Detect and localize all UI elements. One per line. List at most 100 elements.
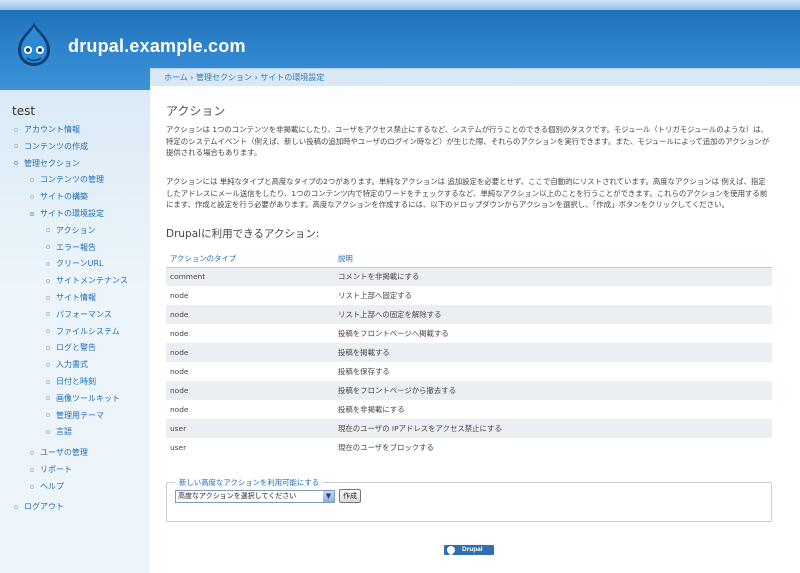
sidebar-item-label: ファイルシステム xyxy=(56,326,120,336)
sidebar-item[interactable]: 入力書式 xyxy=(46,359,88,370)
sidebar-item[interactable]: パフォーマンス xyxy=(46,309,112,320)
advanced-action-select[interactable]: 高度なアクションを選択してください ▼ xyxy=(175,490,335,503)
sidebar-item-label: 日付と時刻 xyxy=(56,377,96,386)
sidebar-item-label: ログアウト xyxy=(24,502,64,511)
sidebar-item-label: ヘルプ xyxy=(40,482,64,491)
sidebar-item[interactable]: エラー報告 xyxy=(46,242,96,253)
intro-paragraph-1: アクションは 1つのコンテンツを非掲載にしたり、ユーザをアクセス禁止にするなど、… xyxy=(166,125,770,157)
column-header-type[interactable]: アクションのタイプ xyxy=(166,250,334,268)
bullet-icon xyxy=(14,504,18,509)
sidebar-item-label: コンテンツの作成 xyxy=(24,141,88,151)
sidebar-item[interactable]: アクション xyxy=(46,225,96,236)
advanced-action-select-value: 高度なアクションを選択してください xyxy=(178,492,297,500)
bullet-icon xyxy=(46,396,50,401)
bullet-icon xyxy=(30,211,34,216)
sidebar-item[interactable]: サイトメンテナンス xyxy=(46,275,128,286)
sidebar-item-label: リポート xyxy=(40,465,72,475)
action-type-cell: comment xyxy=(166,267,334,286)
bullet-icon xyxy=(46,362,50,367)
bullet-icon xyxy=(46,413,50,418)
action-description-cell: 現在のユーザの IPアドレスをアクセス禁止にする xyxy=(334,419,772,438)
action-type-cell: node xyxy=(166,324,334,343)
bullet-icon xyxy=(14,161,18,166)
sidebar-item[interactable]: 日付と時刻 xyxy=(46,376,96,387)
create-button[interactable]: 作成 xyxy=(339,489,361,503)
sidebar-item[interactable]: ヘルプ xyxy=(30,481,64,492)
table-row: node リスト上部への固定を解除する xyxy=(166,305,772,324)
bullet-icon xyxy=(14,144,18,149)
sidebar-item[interactable]: ユーザの管理 xyxy=(30,447,88,458)
table-row: node 投稿を保存する xyxy=(166,362,772,381)
table-row: node 投稿をフロントページから撤去する xyxy=(166,381,772,400)
chevron-down-icon[interactable]: ▼ xyxy=(323,491,334,502)
sidebar-item-label: 言語 xyxy=(56,427,72,437)
sidebar-item[interactable]: 画像ツールキット xyxy=(46,393,120,404)
sidebar-item[interactable]: 管理セクション xyxy=(14,158,80,169)
sidebar-item[interactable]: 言語 xyxy=(46,426,72,437)
sidebar-item-label: アクション xyxy=(56,225,96,235)
action-description-cell: リスト上部への固定を解除する xyxy=(334,305,772,324)
sidebar-item[interactable]: コンテンツの作成 xyxy=(14,141,88,152)
sidebar-item-label: アカウント情報 xyxy=(24,125,80,134)
action-description-cell: 投稿をフロントページから撤去する xyxy=(334,381,772,400)
drupal-logo-icon[interactable] xyxy=(14,20,54,68)
sidebar: test アカウント情報 コンテンツの作成 管理セクションコンテンツの管理 サイトの構… xyxy=(0,90,150,573)
sidebar-item[interactable]: ファイルシステム xyxy=(46,326,120,337)
bullet-icon xyxy=(46,261,50,266)
sidebar-item[interactable]: サイトの構築 xyxy=(30,191,88,202)
site-name[interactable]: drupal.example.com xyxy=(68,36,246,57)
sidebar-item[interactable]: 管理用テーマ xyxy=(46,410,104,421)
sidebar-item[interactable]: アカウント情報 xyxy=(14,124,80,135)
sidebar-item[interactable]: ログと警告 xyxy=(46,342,96,353)
action-type-cell: node xyxy=(166,286,334,305)
action-description-cell: 現在のユーザをブロックする xyxy=(334,438,772,457)
bullet-icon xyxy=(14,127,18,132)
bullet-icon xyxy=(30,194,34,199)
sidebar-item[interactable]: コンテンツの管理 xyxy=(30,174,104,185)
sidebar-item-label: 画像ツールキット xyxy=(56,393,120,403)
action-description-cell: 投稿を掲載する xyxy=(334,343,772,362)
new-action-legend: 新しい高度なアクションを利用可能にする xyxy=(175,477,324,488)
sidebar-item-label: 管理セクション xyxy=(24,158,80,168)
sidebar-item-label: コンテンツの管理 xyxy=(40,175,104,185)
sidebar-user-title: test xyxy=(12,104,36,118)
bullet-icon xyxy=(46,329,50,334)
new-action-fieldset: 新しい高度なアクションを利用可能にする 高度なアクションを選択してください ▼ … xyxy=(166,477,772,522)
sidebar-item-label: サイトの構築 xyxy=(40,192,88,202)
action-type-cell: node xyxy=(166,400,334,419)
main-content: ホーム › 管理セクション › サイトの環境設定 アクション アクションは 1つ… xyxy=(150,68,800,573)
sidebar-item-label: 管理用テーマ xyxy=(56,410,104,420)
intro-paragraph-2: アクションには 単純なタイプと高度なタイプの2つがあります。単純なアクションは … xyxy=(166,177,768,209)
sidebar-item[interactable]: サイト情報 xyxy=(46,292,96,303)
action-type-cell: node xyxy=(166,381,334,400)
action-type-cell: node xyxy=(166,305,334,324)
sidebar-item-label: クリーンURL xyxy=(56,259,104,269)
action-description-cell: コメントを非掲載にする xyxy=(334,267,772,286)
sidebar-item-label: 入力書式 xyxy=(56,360,88,370)
bullet-icon xyxy=(30,450,34,455)
table-row: comment コメントを非掲載にする xyxy=(166,267,772,286)
action-type-cell: node xyxy=(166,343,334,362)
table-row: node 投稿をフロントページへ掲載する xyxy=(166,324,772,343)
table-row: node リスト上部へ固定する xyxy=(166,286,772,305)
action-description-cell: 投稿を非掲載にする xyxy=(334,400,772,419)
sidebar-item[interactable]: クリーンURL xyxy=(46,258,103,269)
sidebar-item[interactable]: リポート xyxy=(30,464,72,475)
powered-by-drupal-badge[interactable]: Drupal xyxy=(444,544,494,556)
sidebar-item-label: ユーザの管理 xyxy=(40,448,88,458)
breadcrumb[interactable]: ホーム › 管理セクション › サイトの環境設定 xyxy=(150,68,800,86)
action-description-cell: 投稿を保存する xyxy=(334,362,772,381)
sidebar-item[interactable]: サイトの環境設定 xyxy=(30,208,104,219)
bullet-icon xyxy=(46,228,50,233)
powered-by-label: Drupal xyxy=(462,546,483,553)
sidebar-item[interactable]: ログアウト xyxy=(14,501,64,512)
column-header-description[interactable]: 説明 xyxy=(334,250,772,268)
drupal-drop-icon xyxy=(445,544,457,556)
bullet-icon xyxy=(46,429,50,434)
bullet-icon xyxy=(30,467,34,472)
bullet-icon xyxy=(46,245,50,250)
bullet-icon xyxy=(46,379,50,384)
header-top-strip xyxy=(0,0,800,10)
actions-heading: Drupalに利用できるアクション: xyxy=(166,228,320,240)
action-description-cell: リスト上部へ固定する xyxy=(334,286,772,305)
